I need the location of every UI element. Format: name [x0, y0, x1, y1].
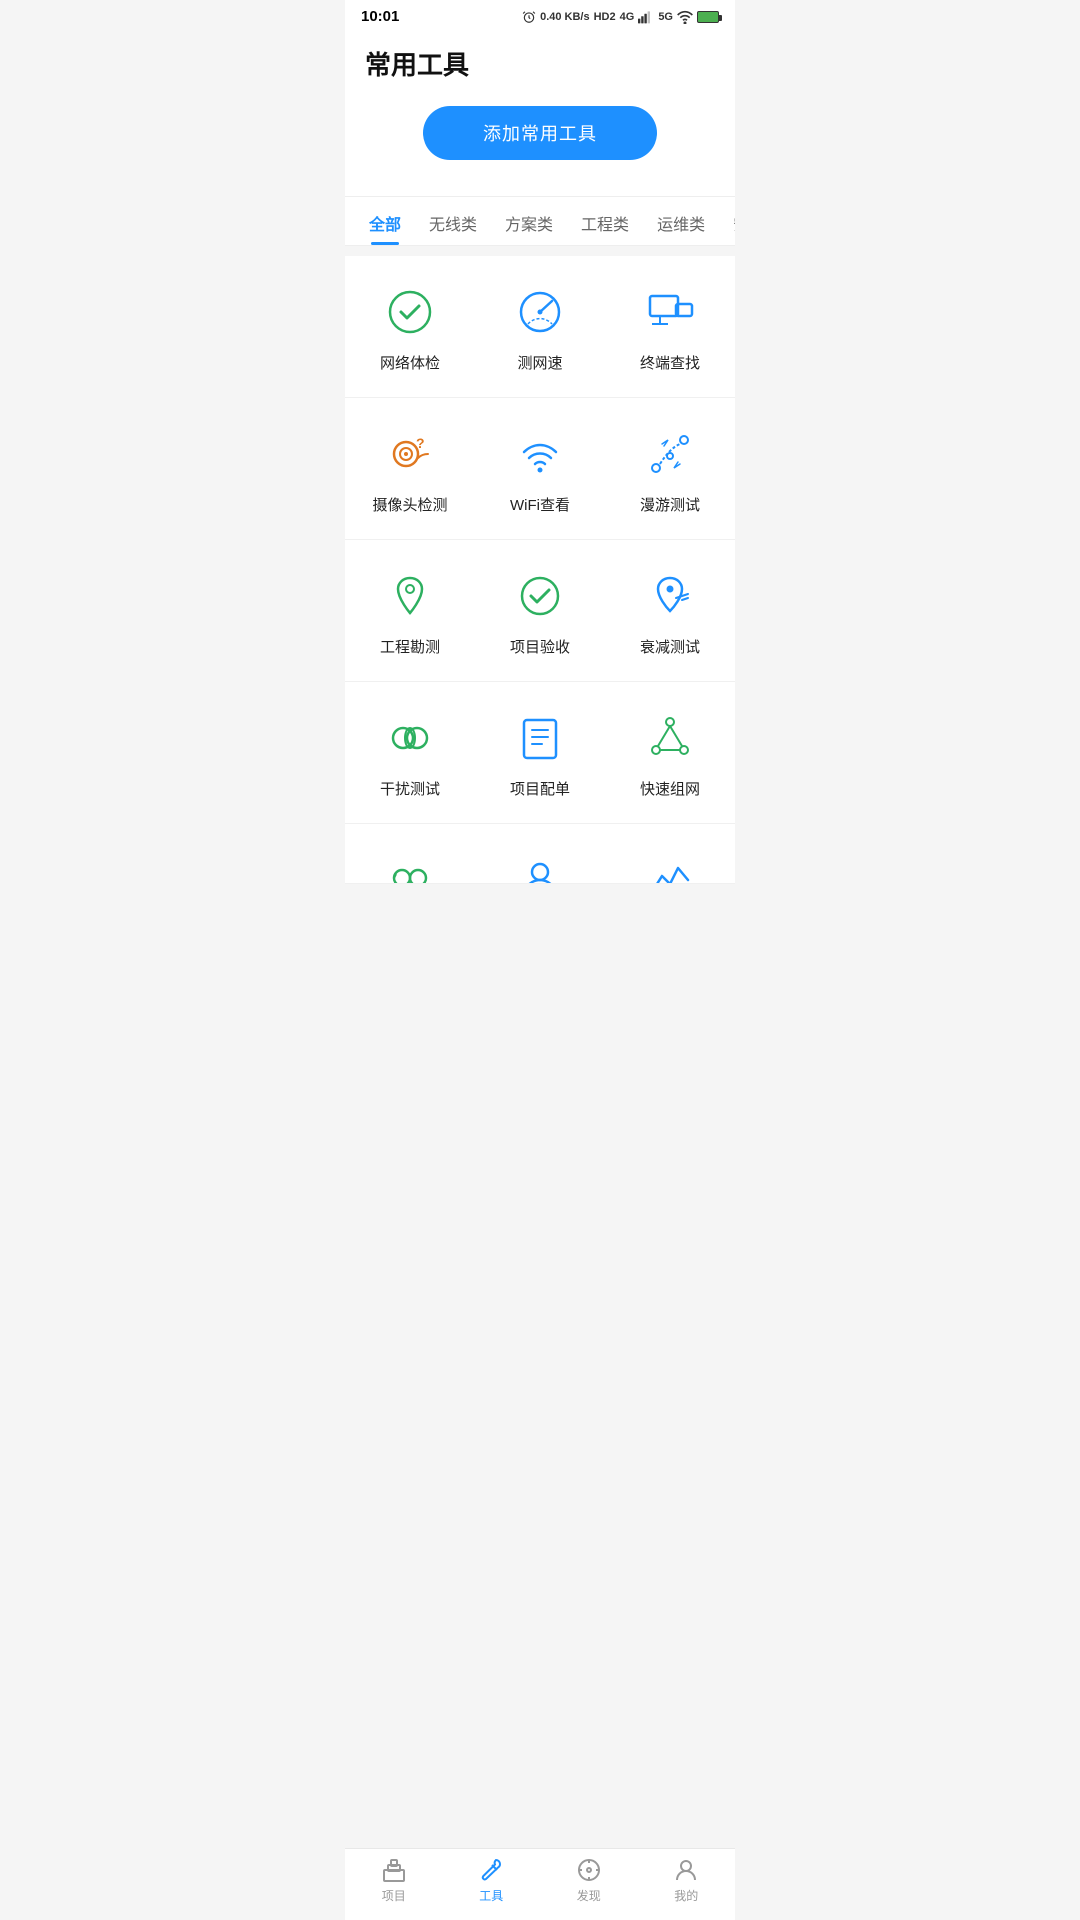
alarm-icon: [522, 10, 536, 24]
tool-camera-detect[interactable]: ? 摄像头检测: [345, 398, 475, 539]
nav-mine[interactable]: 我的: [638, 1857, 736, 1904]
attenuation-label: 衰减测试: [640, 636, 700, 657]
battery-icon: [697, 11, 719, 23]
tab-ops[interactable]: 运维类: [643, 197, 719, 245]
tab-security[interactable]: 安防类: [719, 197, 735, 245]
nav-tools-label: 工具: [479, 1887, 503, 1904]
tool-wifi-view[interactable]: WiFi查看: [475, 398, 605, 539]
tools-grid: 网络体检 测网速: [345, 256, 735, 884]
network-speed: 0.40 KB/s: [540, 11, 590, 23]
project-bom-icon: [512, 710, 568, 766]
terminal-find-label: 终端查找: [640, 352, 700, 373]
tool-terminal-find[interactable]: 终端查找: [605, 256, 735, 397]
tool-partial-1[interactable]: [345, 824, 475, 883]
status-icons: 0.40 KB/s HD2 4G 5G: [522, 10, 719, 24]
quick-network-icon: [642, 710, 698, 766]
camera-detect-label: 摄像头检测: [372, 494, 447, 515]
status-time: 10:01: [361, 8, 399, 25]
hd-badge: HD2: [594, 11, 616, 23]
project-bom-label: 项目配单: [510, 778, 570, 799]
nav-discover-label: 发现: [577, 1887, 601, 1904]
tab-engineering[interactable]: 工程类: [567, 197, 643, 245]
camera-detect-icon: ?: [382, 426, 438, 482]
main-content: 常用工具 添加常用工具 全部 无线类 方案类 工程类 运维类 安防类: [345, 29, 735, 964]
wifi-status-icon: [677, 10, 693, 24]
tools-nav-icon: [478, 1857, 504, 1883]
roaming-test-label: 漫游测试: [640, 494, 700, 515]
tool-acceptance[interactable]: 项目验收: [475, 540, 605, 681]
interference-icon: [382, 710, 438, 766]
tools-row-3: 工程勘测 项目验收 衰: [345, 540, 735, 682]
tool-quick-network[interactable]: 快速组网: [605, 682, 735, 823]
page-title: 常用工具: [365, 45, 715, 82]
tab-solution[interactable]: 方案类: [491, 197, 567, 245]
signal-bars-icon: [638, 10, 654, 24]
tab-wireless[interactable]: 无线类: [415, 197, 491, 245]
tool-interference[interactable]: 干扰测试: [345, 682, 475, 823]
quick-network-label: 快速组网: [640, 778, 700, 799]
wifi-view-icon: [512, 426, 568, 482]
tool-network-checkup[interactable]: 网络体检: [345, 256, 475, 397]
bottom-nav: 项目 工具 发现: [345, 1848, 735, 1920]
nav-mine-label: 我的: [674, 1887, 698, 1904]
projects-nav-icon: [381, 1857, 407, 1883]
category-tabs: 全部 无线类 方案类 工程类 运维类 安防类: [345, 196, 735, 246]
tabs-scroll: 全部 无线类 方案类 工程类 运维类 安防类: [345, 197, 735, 245]
tool-speed-test[interactable]: 测网速: [475, 256, 605, 397]
add-tool-button[interactable]: 添加常用工具: [423, 106, 657, 160]
survey-label: 工程勘测: [380, 636, 440, 657]
terminal-find-icon: [642, 284, 698, 340]
nav-tools[interactable]: 工具: [443, 1857, 541, 1904]
status-bar: 10:01 0.40 KB/s HD2 4G 5G: [345, 0, 735, 29]
survey-icon: [382, 568, 438, 624]
tools-row-4: 干扰测试 项目配单: [345, 682, 735, 824]
speed-test-label: 测网速: [517, 352, 562, 373]
partial3-icon: [642, 852, 698, 884]
nav-projects[interactable]: 项目: [345, 1857, 443, 1904]
speed-test-icon: [512, 284, 568, 340]
mine-nav-icon: [673, 1857, 699, 1883]
tool-project-bom[interactable]: 项目配单: [475, 682, 605, 823]
nav-projects-label: 项目: [382, 1887, 406, 1904]
tools-row-2: ? 摄像头检测 WiFi查看: [345, 398, 735, 540]
tab-all[interactable]: 全部: [355, 197, 415, 245]
svg-text:?: ?: [416, 435, 425, 451]
tool-partial-2[interactable]: [475, 824, 605, 883]
signal-4g: 4G: [620, 11, 635, 23]
signal-5g: 5G: [658, 11, 673, 23]
partial1-icon: [382, 852, 438, 884]
partial2-icon: [512, 852, 568, 884]
add-button-container: 添加常用工具: [365, 82, 715, 188]
tool-survey[interactable]: 工程勘测: [345, 540, 475, 681]
roaming-test-icon: [642, 426, 698, 482]
nav-discover[interactable]: 发现: [540, 1857, 638, 1904]
network-checkup-label: 网络体检: [380, 352, 440, 373]
acceptance-icon: [512, 568, 568, 624]
acceptance-label: 项目验收: [510, 636, 570, 657]
wifi-view-label: WiFi查看: [510, 494, 570, 515]
attenuation-icon: [642, 568, 698, 624]
discover-nav-icon: [576, 1857, 602, 1883]
tool-partial-3[interactable]: [605, 824, 735, 883]
header: 常用工具 添加常用工具: [345, 29, 735, 196]
tool-attenuation[interactable]: 衰减测试: [605, 540, 735, 681]
tools-row-1: 网络体检 测网速: [345, 256, 735, 398]
network-checkup-icon: [382, 284, 438, 340]
interference-label: 干扰测试: [380, 778, 440, 799]
tool-roaming-test[interactable]: 漫游测试: [605, 398, 735, 539]
tools-row-partial: [345, 824, 735, 884]
